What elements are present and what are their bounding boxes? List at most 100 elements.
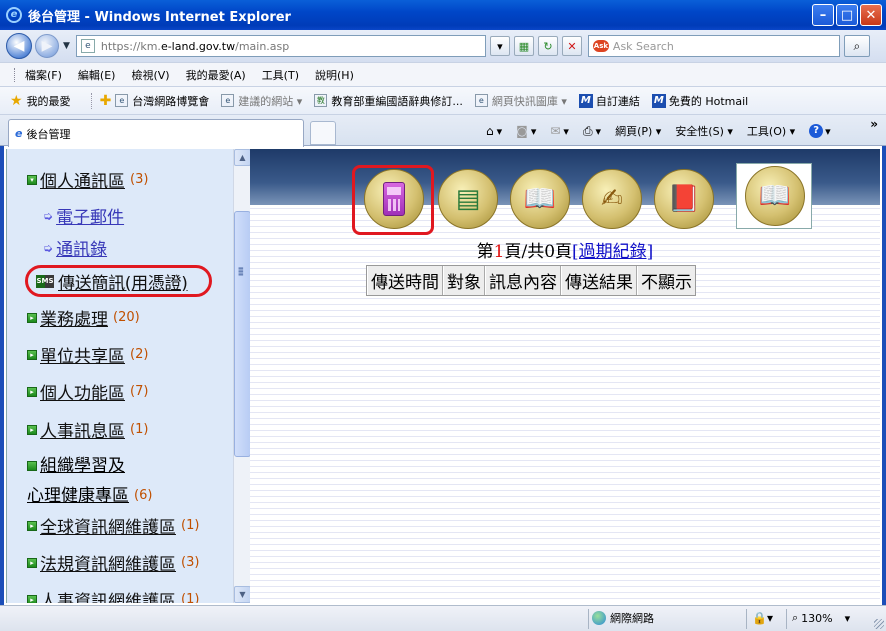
search-button[interactable]: ⌕ xyxy=(843,35,870,57)
fav-link-label: 台灣網路博覽會 xyxy=(132,94,210,108)
menu-bar: 檔案(F) 編輯(E) 檢視(V) 我的最愛(A) 工具(T) 說明(H) xyxy=(0,62,886,86)
nav-global-web[interactable]: ▸ 全球資訊網維護區 (1) xyxy=(27,513,199,538)
feeds-button[interactable]: ◙ ▾ xyxy=(516,124,536,138)
status-bar: 網際網路 🔒▾ ⌕ 130% ▾ xyxy=(0,605,886,631)
favorites-label: 我的最愛 xyxy=(26,94,71,108)
stop-button[interactable]: ✕ xyxy=(561,36,582,56)
scroll-down-button[interactable]: ▼ xyxy=(234,586,250,603)
nav-count: (3) xyxy=(130,172,149,187)
safety-menu[interactable]: 安全性(S) ▾ xyxy=(675,123,733,139)
nav-count: (20) xyxy=(113,310,140,325)
nav-count: (1) xyxy=(181,592,200,603)
page-icon: e xyxy=(221,94,235,107)
page-icon: e xyxy=(474,94,488,107)
scroll-thumb[interactable] xyxy=(234,211,250,457)
files-function-button[interactable]: ▤ xyxy=(438,169,498,229)
nav-hr-news[interactable]: ▸ 人事訊息區 (1) xyxy=(27,417,148,442)
mail-button[interactable]: ✉ ▾ xyxy=(550,124,569,138)
command-bar: ⌂ ▾ ◙ ▾ ✉ ▾ ⎙ ▾ 網頁(P) ▾ 安全性(S) ▾ 工具(O) ▾ ? ▾ xyxy=(486,123,845,139)
add-favorite-icon[interactable]: ✚ xyxy=(100,93,112,109)
pager-total: 頁/共0頁 xyxy=(504,242,573,262)
pager-prefix: 第 xyxy=(476,242,494,262)
url-path: /main.asp xyxy=(235,39,290,53)
nav-count: (1) xyxy=(130,422,149,437)
maximize-button[interactable]: □ xyxy=(836,4,858,26)
message-table-header: 傳送時間 對象 訊息內容 傳送結果 不顯示 xyxy=(366,265,696,296)
writing-function-button[interactable]: ✍ xyxy=(582,169,642,229)
sms-label: 傳送簡訊(用憑證) xyxy=(58,273,188,294)
resize-grip[interactable] xyxy=(874,619,884,629)
nav-sub-email[interactable]: ➭ 電子郵件 xyxy=(43,203,124,228)
ie-tab-icon: e xyxy=(15,127,23,140)
toolbar-grip[interactable] xyxy=(14,67,17,82)
fav-link-custom[interactable]: M 自訂連結 xyxy=(578,93,640,109)
zone-label: 網際網路 xyxy=(610,612,654,625)
nav-law-web[interactable]: ▸ 法規資訊網維護區 (3) xyxy=(27,550,199,575)
tools-menu[interactable]: 工具(O) ▾ xyxy=(747,123,795,139)
nav-personal-func[interactable]: ▸ 個人功能區 (7) xyxy=(27,379,148,404)
tab-active[interactable]: e 後台管理 xyxy=(8,119,304,147)
history-dropdown-icon[interactable]: ▼ xyxy=(63,41,70,51)
menu-tools[interactable]: 工具(T) xyxy=(262,67,299,83)
new-tab-button[interactable] xyxy=(310,121,336,145)
back-button[interactable]: ◀ xyxy=(6,33,32,59)
window-controls: – □ ✕ xyxy=(812,4,882,26)
menu-help[interactable]: 說明(H) xyxy=(315,67,354,83)
nav-org-learning[interactable]: 組織學習及 心理健康專區 (6) xyxy=(27,451,152,511)
home-button[interactable]: ⌂ ▾ xyxy=(486,124,502,138)
file-box-icon: ▤ xyxy=(455,184,481,214)
nav-business[interactable]: ▸ 業務處理 (20) xyxy=(27,305,140,330)
nav-personal-comm[interactable]: ▾ 個人通訊區 (3) xyxy=(27,167,148,192)
menu-view[interactable]: 檢視(V) xyxy=(131,67,169,83)
book-image-frame: 📖 xyxy=(736,163,812,229)
page-menu[interactable]: 網頁(P) ▾ xyxy=(615,123,661,139)
nav-two-row: 心理健康專區 (6) xyxy=(27,481,152,511)
minimize-button[interactable]: – xyxy=(812,4,834,26)
print-button[interactable]: ⎙ ▾ xyxy=(583,124,601,139)
address-input[interactable]: e https://km. e-land.gov.tw/main.asp xyxy=(75,35,486,57)
fav-link-label: 網頁快訊圖庫 ▾ xyxy=(491,94,567,108)
search-input[interactable]: Ask Ask Search xyxy=(587,35,840,57)
nav-label: 全球資訊網維護區 xyxy=(40,518,176,538)
compatibility-button[interactable]: ▦ xyxy=(513,36,534,56)
compatibility-icon: ▦ xyxy=(518,39,530,53)
favorites-button[interactable]: ★ 我的最愛 xyxy=(10,93,71,109)
fav-link-dictionary[interactable]: 教 教育部重編國語辭典修訂... xyxy=(314,93,463,109)
reading-function-button[interactable]: 📖 xyxy=(510,169,570,229)
fav-link-label: 教育部重編國語辭典修訂... xyxy=(331,94,463,108)
zoom-control[interactable]: ⌕ 130% ▾ xyxy=(792,611,850,625)
close-button[interactable]: ✕ xyxy=(860,4,882,26)
fav-link-expo[interactable]: e 台灣網路博覽會 xyxy=(115,93,209,109)
left-frame-scrollbar[interactable]: ▲ ▬ ▬ ▬ ▼ xyxy=(233,149,250,603)
document-function-button[interactable]: 📕 xyxy=(654,169,714,229)
col-result: 傳送結果 xyxy=(561,266,637,295)
fav-link-webslice[interactable]: e 網頁快訊圖庫 ▾ xyxy=(474,93,567,109)
nav-send-sms[interactable]: SMS 傳送簡訊(用憑證) xyxy=(25,265,212,297)
nav-hr-web[interactable]: ▸ 人事資訊網維護區 (1) xyxy=(27,587,199,603)
refresh-button[interactable]: ↻ xyxy=(537,36,558,56)
nav-unit-share[interactable]: ▸ 單位共享區 (2) xyxy=(27,342,148,367)
more-commands-icon[interactable]: » xyxy=(870,117,878,131)
menu-edit[interactable]: 編輯(E) xyxy=(78,67,116,83)
nav-sub-contacts[interactable]: ➭ 通訊錄 xyxy=(43,235,107,260)
nav-label-line1: 組織學習及 xyxy=(40,456,125,476)
window-title-bar[interactable]: e 後台管理 - Windows Internet Explorer – □ ✕ xyxy=(0,0,886,30)
menu-favorites[interactable]: 我的最愛(A) xyxy=(186,67,246,83)
protected-mode-icon[interactable]: 🔒▾ xyxy=(752,611,773,625)
menu-file[interactable]: 檔案(F) xyxy=(25,67,62,83)
collapse-icon: ▸ xyxy=(27,557,37,568)
msn-icon: M xyxy=(578,93,593,108)
security-zone[interactable]: 網際網路 xyxy=(592,610,654,626)
address-dropdown-button[interactable]: ▾ xyxy=(489,36,510,56)
fav-link-suggested[interactable]: e 建議的網站 ▾ xyxy=(221,93,302,109)
help-menu[interactable]: ? ▾ xyxy=(809,124,831,138)
history-link[interactable]: [過期紀錄] xyxy=(572,242,653,262)
page-icon: e xyxy=(115,94,129,107)
scroll-up-button[interactable]: ▲ xyxy=(234,149,250,166)
tab-label: 後台管理 xyxy=(26,127,71,141)
nav-count: (1) xyxy=(181,518,200,533)
fav-link-hotmail[interactable]: M 免費的 Hotmail xyxy=(651,93,748,109)
library-function-button[interactable]: 📖 xyxy=(745,166,805,226)
rss-icon: ◙ xyxy=(516,124,528,138)
forward-button[interactable]: ▶ xyxy=(35,34,59,58)
